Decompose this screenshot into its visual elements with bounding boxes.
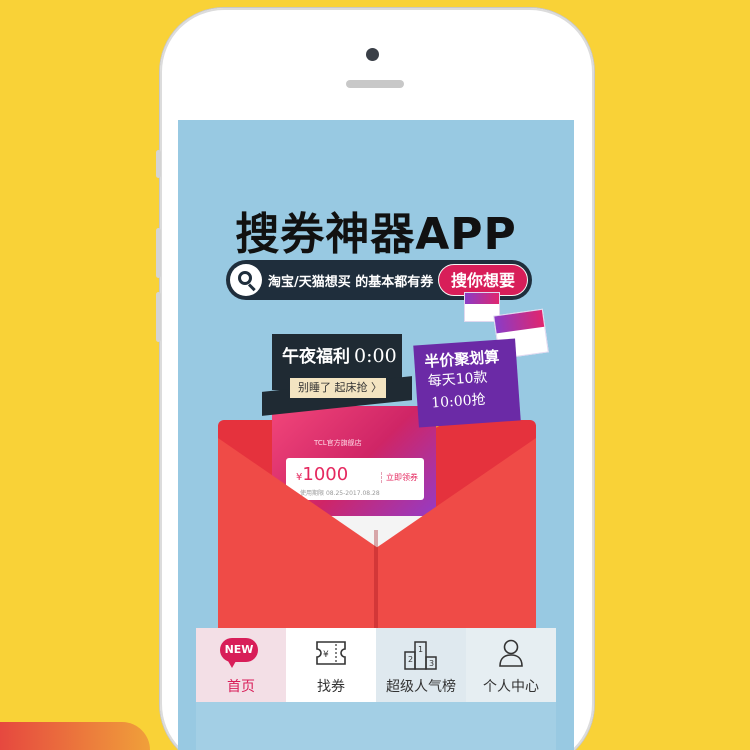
ticket-icon: ¥	[316, 641, 346, 665]
svg-text:3: 3	[429, 659, 434, 668]
svg-text:2: 2	[408, 655, 413, 664]
nav-item-home[interactable]: NEW 首页	[196, 628, 286, 702]
nav-label: 超级人气榜	[386, 679, 456, 695]
nav-label: 个人中心	[483, 679, 539, 695]
midnight-title: 午夜福利 0:00	[282, 345, 397, 367]
bottom-nav: NEW 首页 ¥ 找券 1 2 3 超级人气榜 个人中心	[196, 628, 556, 702]
page-title: 搜券神器APP	[235, 209, 517, 260]
corner-decoration	[0, 722, 150, 750]
user-icon	[499, 639, 523, 667]
envelope-shade	[374, 530, 378, 640]
nav-label: 找券	[317, 679, 345, 695]
volume-down-button	[156, 292, 161, 342]
nav-item-find-coupon[interactable]: ¥ 找券	[286, 628, 376, 702]
app-screen: 搜券神器APP 淘宝/天猫想买 的基本都有券 搜你想要 TCL官方旗舰店 ¥10…	[178, 120, 574, 750]
new-badge-icon: NEW	[220, 638, 258, 668]
mute-switch	[156, 150, 161, 178]
podium-icon: 1 2 3	[404, 641, 437, 670]
midnight-welfare-banner[interactable]: 午夜福利 0:00 别睡了 起床抢 〉	[272, 334, 402, 398]
volume-up-button	[156, 228, 161, 278]
earpiece-speaker	[346, 80, 404, 88]
midnight-tag: 别睡了 起床抢 〉	[290, 378, 386, 398]
nav-underlay	[196, 702, 556, 750]
search-hint: 淘宝/天猫想买 的基本都有券	[268, 275, 434, 290]
half-price-banner[interactable]: 半价聚划算 每天10款 10:00抢	[413, 338, 521, 428]
nav-item-profile[interactable]: 个人中心	[466, 628, 556, 702]
front-camera	[366, 48, 379, 61]
svg-text:¥: ¥	[323, 650, 329, 660]
half-price-subtitle: 每天10款	[427, 369, 489, 390]
svg-text:1: 1	[418, 645, 423, 654]
nav-item-popular-ranking[interactable]: 1 2 3 超级人气榜	[376, 628, 466, 702]
nav-label: 首页	[227, 679, 255, 695]
half-price-time: 10:00抢	[430, 391, 487, 412]
search-icon	[230, 264, 262, 296]
